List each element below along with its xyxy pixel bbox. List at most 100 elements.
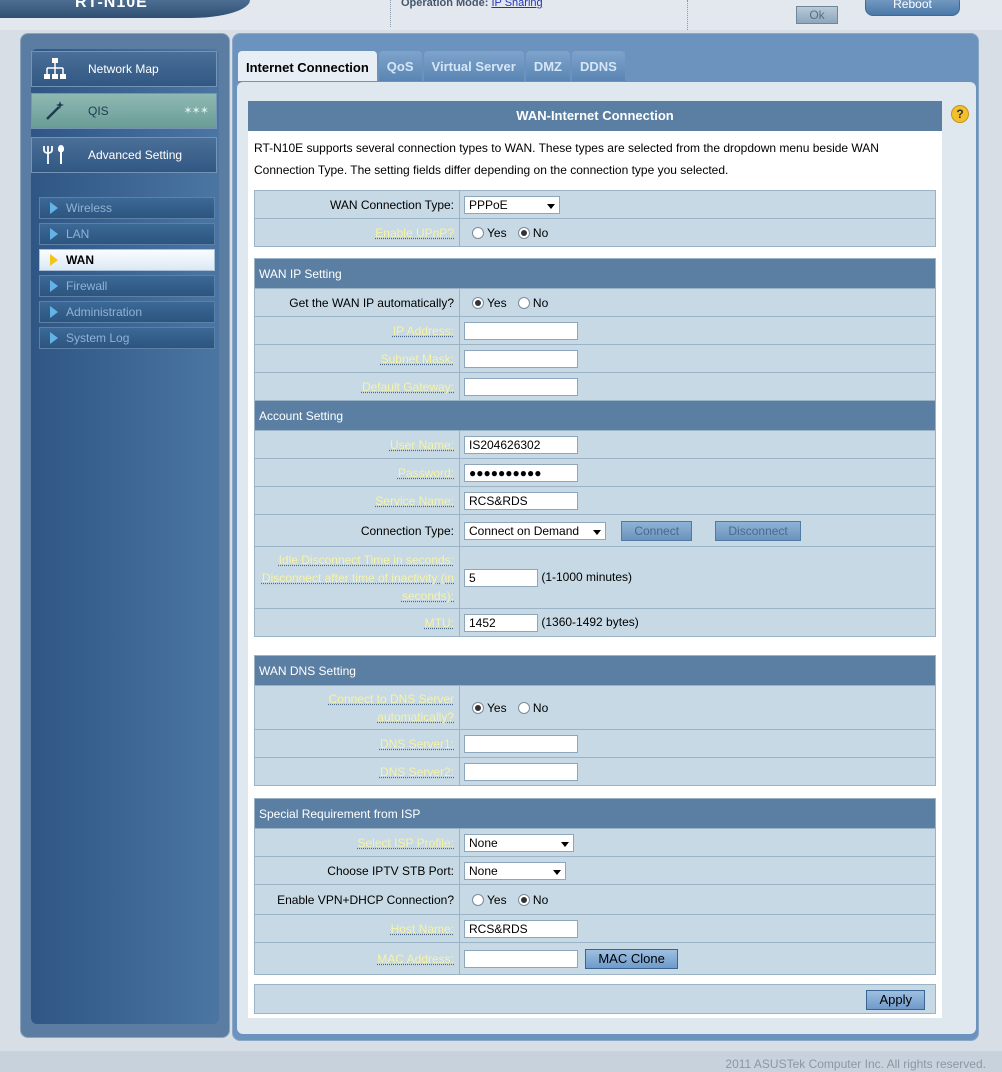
arrow-icon xyxy=(50,280,58,292)
upnp-label: Enable UPnP? xyxy=(375,225,454,240)
arrow-icon xyxy=(50,202,58,214)
tools-icon xyxy=(42,142,68,168)
chevron-down-icon xyxy=(547,203,555,209)
wan-ip-auto-no-radio[interactable] xyxy=(517,297,530,310)
wan-ip-auto-label: Get the WAN IP automatically? xyxy=(254,288,460,317)
mtu-label: MTU: xyxy=(424,615,454,630)
radio-label: Yes xyxy=(487,225,507,240)
reboot-button[interactable]: Reboot xyxy=(865,0,960,16)
ok-button[interactable]: Ok xyxy=(796,6,838,24)
wan-type-select[interactable]: PPPoE xyxy=(464,195,560,214)
submenu-wan[interactable]: WAN xyxy=(39,249,215,271)
network-map-icon xyxy=(42,56,68,82)
tab-qos[interactable]: QoS xyxy=(378,51,422,81)
top-header: RT-N10E Operation Mode: IP Sharing Ok Re… xyxy=(0,0,1002,30)
submenu-wireless[interactable]: Wireless xyxy=(39,197,215,219)
arrow-icon xyxy=(50,254,58,266)
connect-button[interactable]: Connect xyxy=(621,520,693,541)
radio-label: Yes xyxy=(487,700,507,715)
disconnect-button[interactable]: Disconnect xyxy=(715,520,801,541)
apply-button[interactable]: Apply xyxy=(866,990,925,1010)
dns-auto-yes-radio[interactable] xyxy=(472,702,484,715)
upnp-yes-radio[interactable] xyxy=(472,227,484,240)
iptv-label: Choose IPTV STB Port: xyxy=(254,856,460,885)
dns2-input[interactable] xyxy=(464,762,578,781)
wan-type-value: PPPoE xyxy=(469,197,508,212)
submenu-label: Firewall xyxy=(66,279,108,293)
tab-ddns[interactable]: DDNS xyxy=(572,51,625,81)
subnet-mask-label: Subnet Mask: xyxy=(380,351,454,366)
submenu-system-log[interactable]: System Log xyxy=(39,327,215,349)
header-divider xyxy=(687,0,688,30)
default-gateway-label: Default Gateway: xyxy=(361,379,454,394)
menu-qis-label: QIS xyxy=(88,104,109,118)
user-name-input[interactable] xyxy=(464,435,578,454)
intro-text: RT-N10E supports several connection type… xyxy=(254,141,879,177)
radio-label: No xyxy=(532,700,549,715)
tab-virtual-server[interactable]: Virtual Server xyxy=(423,51,524,81)
menu-network-map-label: Network Map xyxy=(88,62,159,76)
wan-ip-table: WAN IP Setting Get the WAN IP automatica… xyxy=(254,258,936,637)
mac-clone-button[interactable]: MAC Clone xyxy=(585,948,678,969)
idle-hint: (1-1000 minutes) xyxy=(541,569,633,584)
menu-qis[interactable]: QIS ✶✶✶ xyxy=(31,93,217,129)
tab-dmz[interactable]: DMZ xyxy=(525,51,570,81)
vpn-dhcp-yes-radio[interactable] xyxy=(472,894,484,907)
upnp-no-radio[interactable] xyxy=(517,227,530,240)
idle-time-input[interactable] xyxy=(464,568,538,587)
ip-address-input[interactable] xyxy=(464,321,578,340)
wan-ip-section-header: WAN IP Setting xyxy=(254,258,936,289)
operation-mode: Operation Mode: IP Sharing xyxy=(390,0,543,27)
dns-table: WAN DNS Setting Connect to DNS Server au… xyxy=(254,655,936,786)
menu-advanced-setting[interactable]: Advanced Setting xyxy=(31,137,217,173)
dns2-label: DNS Server2: xyxy=(379,764,454,779)
submenu-administration[interactable]: Administration xyxy=(39,301,215,323)
isp-profile-label: Select ISP Profile: xyxy=(357,835,455,850)
wan-ip-auto-yes-radio[interactable] xyxy=(472,297,484,310)
menu-advanced-setting-label: Advanced Setting xyxy=(88,148,183,162)
footer: 2011 ASUSTek Computer Inc. All rights re… xyxy=(0,1051,1002,1072)
copyright-text: 2011 ASUSTek Computer Inc. All rights re… xyxy=(725,1057,986,1071)
connection-type-label: Connection Type: xyxy=(254,514,460,547)
sidebar-menu: Network Map QIS ✶✶✶ Advanced Setting Wir… xyxy=(31,49,219,1024)
wand-icon xyxy=(42,98,68,124)
user-name-label: User Name: xyxy=(389,437,454,452)
idle-label-2: Disconnect after time of inactivity (in … xyxy=(261,570,454,603)
chevron-down-icon xyxy=(553,869,561,875)
arrow-icon xyxy=(50,332,58,344)
service-name-input[interactable] xyxy=(464,491,578,510)
mac-address-input[interactable] xyxy=(464,949,578,968)
radio-label: Yes xyxy=(487,295,507,310)
subnet-mask-input[interactable] xyxy=(464,349,578,368)
dns-auto-no-radio[interactable] xyxy=(517,702,530,715)
operation-mode-link[interactable]: IP Sharing xyxy=(491,0,542,9)
menu-network-map[interactable]: Network Map xyxy=(31,51,217,87)
iptv-select[interactable]: None xyxy=(464,861,566,880)
chevron-down-icon xyxy=(561,841,569,847)
page-title: WAN-Internet Connection xyxy=(248,101,942,131)
password-input[interactable] xyxy=(464,463,578,482)
tab-internet-connection[interactable]: Internet Connection xyxy=(238,51,377,81)
host-name-input[interactable] xyxy=(464,919,578,938)
submenu-firewall[interactable]: Firewall xyxy=(39,275,215,297)
submenu-lan[interactable]: LAN xyxy=(39,223,215,245)
mtu-input[interactable] xyxy=(464,613,538,632)
mac-address-label: MAC Address: xyxy=(377,951,454,966)
isp-section-header: Special Requirement from ISP xyxy=(254,798,936,829)
vpn-dhcp-no-radio[interactable] xyxy=(517,894,530,907)
chevron-down-icon xyxy=(593,529,601,535)
password-label: Password: xyxy=(397,465,454,480)
connection-type-select[interactable]: Connect on Demand xyxy=(464,521,606,540)
default-gateway-input[interactable] xyxy=(464,377,578,396)
isp-profile-select[interactable]: None xyxy=(464,833,574,852)
dns-section-header: WAN DNS Setting xyxy=(254,655,936,686)
submenu-label: Wireless xyxy=(66,201,113,215)
help-icon[interactable]: ? xyxy=(951,105,969,123)
isp-table: Special Requirement from ISP Select ISP … xyxy=(254,798,936,975)
radio-label: No xyxy=(532,225,549,240)
dns1-input[interactable] xyxy=(464,734,578,753)
sidebar: Network Map QIS ✶✶✶ Advanced Setting Wir… xyxy=(20,33,230,1038)
model-name: RT-N10E xyxy=(75,0,148,11)
submenu: Wireless LAN WAN Firewall Administration… xyxy=(39,197,215,353)
submenu-label: WAN xyxy=(66,253,94,267)
